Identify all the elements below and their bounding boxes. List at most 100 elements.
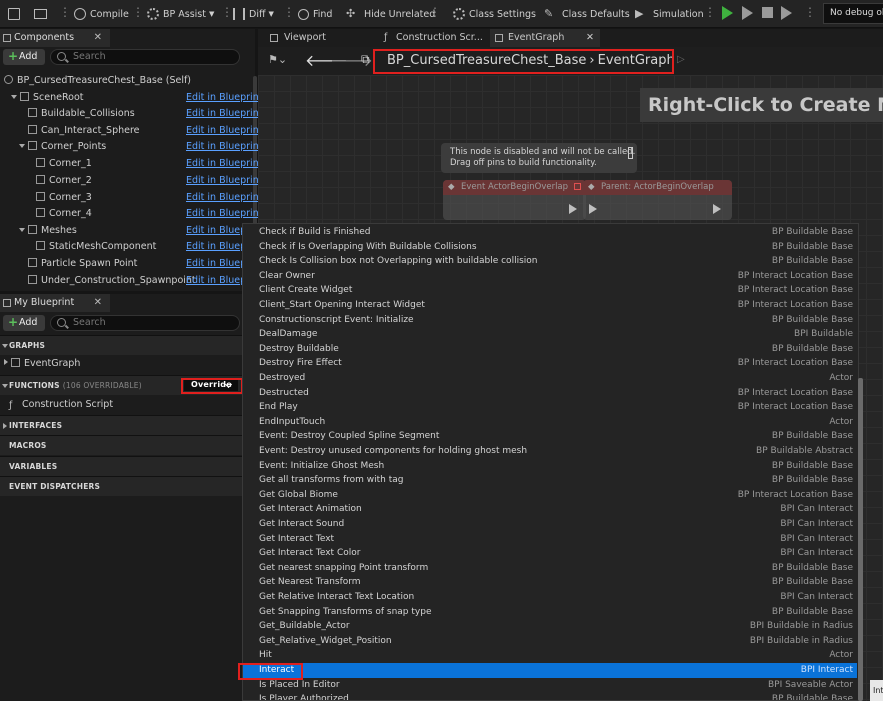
hide-unrelated-button[interactable]: ✣ Hide Unrelated <box>346 0 435 28</box>
edit-in-blueprint-link[interactable]: Edit in Blueprint <box>186 156 262 172</box>
pin-icon[interactable] <box>628 147 633 159</box>
tab-event-graph[interactable]: EventGraph ✕ <box>490 29 600 47</box>
menu-item[interactable]: Get all transforms from with tag BP Build… <box>243 473 857 488</box>
menu-item[interactable]: Hit Actor <box>243 648 857 663</box>
tab-construction-script[interactable]: ƒ Construction Scr... <box>382 29 490 47</box>
compile-options[interactable] <box>132 5 144 22</box>
save-button[interactable] <box>8 0 24 28</box>
output-pin-icon[interactable] <box>574 183 581 190</box>
component-item[interactable]: Particle Spawn Point <box>28 256 137 272</box>
menu-item[interactable]: Event: Destroy unused components for hol… <box>243 444 857 459</box>
components-search-input[interactable]: Search <box>50 49 240 65</box>
diff-button[interactable]: Diff ▼ <box>233 0 274 28</box>
menu-item[interactable]: Clear Owner BP Interact Location Base <box>243 269 857 284</box>
close-icon[interactable]: ✕ <box>94 294 102 312</box>
add-component-button[interactable]: Add <box>3 48 45 65</box>
chevron-down-icon[interactable] <box>19 144 25 148</box>
find-button[interactable]: Find <box>298 0 332 28</box>
bp-assist-button[interactable]: BP Assist ▼ <box>147 0 214 28</box>
component-item[interactable]: Corner_1 <box>36 156 92 172</box>
stop-button[interactable] <box>762 7 773 18</box>
edit-in-blueprint-link[interactable]: Edit in Blueprint <box>186 123 262 139</box>
menu-item[interactable]: Get Snapping Transforms of snap type BP B… <box>243 605 857 620</box>
menu-item[interactable]: Is Player Authorized BP Buildable Base <box>243 692 857 700</box>
close-icon[interactable]: ✕ <box>94 29 102 47</box>
menu-item[interactable]: Get Nearest Transform BP Buildable Base <box>243 575 857 590</box>
menu-item[interactable]: Interact BPI Interact <box>243 663 857 678</box>
component-item[interactable]: Under_Construction_Spawnpoint <box>28 273 196 289</box>
menu-item[interactable]: Is Placed In Editor BPI Saveable Actor <box>243 678 857 693</box>
menu-item[interactable]: Get Interact Sound BPI Can Interact <box>243 517 857 532</box>
chevron-down-icon[interactable] <box>11 95 17 99</box>
class-defaults-button[interactable]: ✎ Class Defaults <box>544 0 630 28</box>
event-graph-item[interactable]: EventGraph <box>4 356 80 372</box>
play-options[interactable] <box>804 5 816 22</box>
component-item[interactable]: Can_Interact_Sphere <box>28 123 140 139</box>
interfaces-section[interactable]: INTERFACES <box>0 415 255 435</box>
event-dispatchers-section[interactable]: EVENT DISPATCHERS <box>0 476 255 496</box>
menu-item[interactable]: Constructionscript Event: Initialize BP B… <box>243 313 857 328</box>
menu-item[interactable]: Destroy Fire Effect BP Interact Location … <box>243 356 857 371</box>
menu-item[interactable]: End Play BP Interact Location Base <box>243 400 857 415</box>
menu-item[interactable]: Check Is Collision box not Overlapping w… <box>243 254 857 269</box>
exec-out-pin[interactable] <box>569 204 577 214</box>
component-item[interactable]: Corner_4 <box>36 206 92 222</box>
edit-in-blueprint-link[interactable]: Edit in Blueprint <box>186 106 262 122</box>
menu-item[interactable]: Check if Build is Finished BP Buildable B… <box>243 225 857 240</box>
component-item[interactable]: SceneRoot <box>11 90 84 106</box>
chevron-down-icon[interactable] <box>19 228 25 232</box>
menu-item[interactable]: Get Interact Animation BPI Can Interact <box>243 502 857 517</box>
component-self[interactable]: BP_CursedTreasureChest_Base (Self) <box>4 73 191 89</box>
menu-item[interactable]: EndInputTouch Actor <box>243 415 857 430</box>
variables-section[interactable]: VARIABLES <box>0 456 255 476</box>
class-settings-button[interactable]: Class Settings <box>453 0 536 28</box>
component-item[interactable]: Buildable_Collisions <box>28 106 135 122</box>
menu-item[interactable]: Get_Buildable_Actor BPI Buildable in Radi… <box>243 619 857 634</box>
menu-item[interactable]: Event: Initialize Ghost Mesh BP Buildable… <box>243 459 857 474</box>
component-item[interactable]: Corner_Points <box>19 139 106 155</box>
debug-object-select[interactable]: No debug obj <box>823 3 883 24</box>
menu-item[interactable]: Get Global Biome BP Interact Location Bas… <box>243 488 857 503</box>
menu-item[interactable]: Get Interact Text BPI Can Interact <box>243 532 857 547</box>
close-icon[interactable]: ✕ <box>586 29 594 47</box>
menu-item[interactable]: DealDamage BPI Buildable <box>243 327 857 342</box>
exec-in-pin[interactable] <box>589 204 597 214</box>
my-blueprint-tab[interactable]: My Blueprint ✕ <box>0 294 110 312</box>
play-button[interactable] <box>722 6 733 20</box>
menu-item[interactable]: Event: Destroy Coupled Spline Segment BP … <box>243 429 857 444</box>
components-tab[interactable]: Components ✕ <box>0 29 110 47</box>
event-actor-begin-overlap-node[interactable]: ◆ Event ActorBeginOverlap <box>443 180 586 220</box>
simulation-button[interactable]: ▶ Simulation <box>635 0 704 28</box>
construction-script-item[interactable]: ƒ Construction Script <box>9 397 113 413</box>
menu-item[interactable]: Get_Relative_Widget_Position BPI Buildabl… <box>243 634 857 649</box>
menu-scrollbar[interactable] <box>858 378 863 701</box>
graphs-section[interactable]: GRAPHS <box>0 335 255 355</box>
compile-button[interactable]: Compile <box>74 0 129 28</box>
bookmark-icon[interactable]: ⚑⌄ <box>268 53 287 66</box>
hierarchy-icon[interactable]: ⧉ <box>361 52 370 67</box>
menu-item[interactable]: Client Create Widget BP Interact Location… <box>243 283 857 298</box>
menu-item[interactable]: Check if Is Overlapping With Buildable C… <box>243 240 857 255</box>
component-item[interactable]: Meshes <box>19 223 77 239</box>
browse-button[interactable] <box>34 0 51 28</box>
exec-out-pin[interactable] <box>713 204 721 214</box>
menu-item[interactable]: Client_Start Opening Interact Widget BP I… <box>243 298 857 313</box>
tab-viewport[interactable]: Viewport <box>268 29 380 47</box>
edit-in-blueprint-link[interactable]: Edit in Blueprint <box>186 90 262 106</box>
macros-section[interactable]: MACROS <box>0 435 255 455</box>
menu-item[interactable]: Get Interact Text Color BPI Can Interact <box>243 546 857 561</box>
component-item[interactable]: Corner_2 <box>36 173 92 189</box>
component-item[interactable]: Corner_3 <box>36 190 92 206</box>
edit-in-blueprint-link[interactable]: Edit in Blueprint <box>186 206 262 222</box>
add-member-button[interactable]: Add <box>3 314 45 331</box>
menu-item[interactable]: Destroyed Actor <box>243 371 857 386</box>
edit-in-blueprint-link[interactable]: Edit in Blueprint <box>186 139 262 155</box>
edit-in-blueprint-link[interactable]: Edit in Blueprint <box>186 190 262 206</box>
step-over-button[interactable] <box>781 6 792 20</box>
my-blueprint-search-input[interactable]: Search <box>50 315 240 331</box>
menu-item[interactable]: Destructed BP Interact Location Base <box>243 386 857 401</box>
parent-actor-begin-overlap-node[interactable]: ◆ Parent: ActorBeginOverlap <box>583 180 732 220</box>
menu-item[interactable]: Get nearest snapping Point transform BP B… <box>243 561 857 576</box>
step-button[interactable] <box>742 6 753 20</box>
menu-item[interactable]: Destroy Buildable BP Buildable Base <box>243 342 857 357</box>
